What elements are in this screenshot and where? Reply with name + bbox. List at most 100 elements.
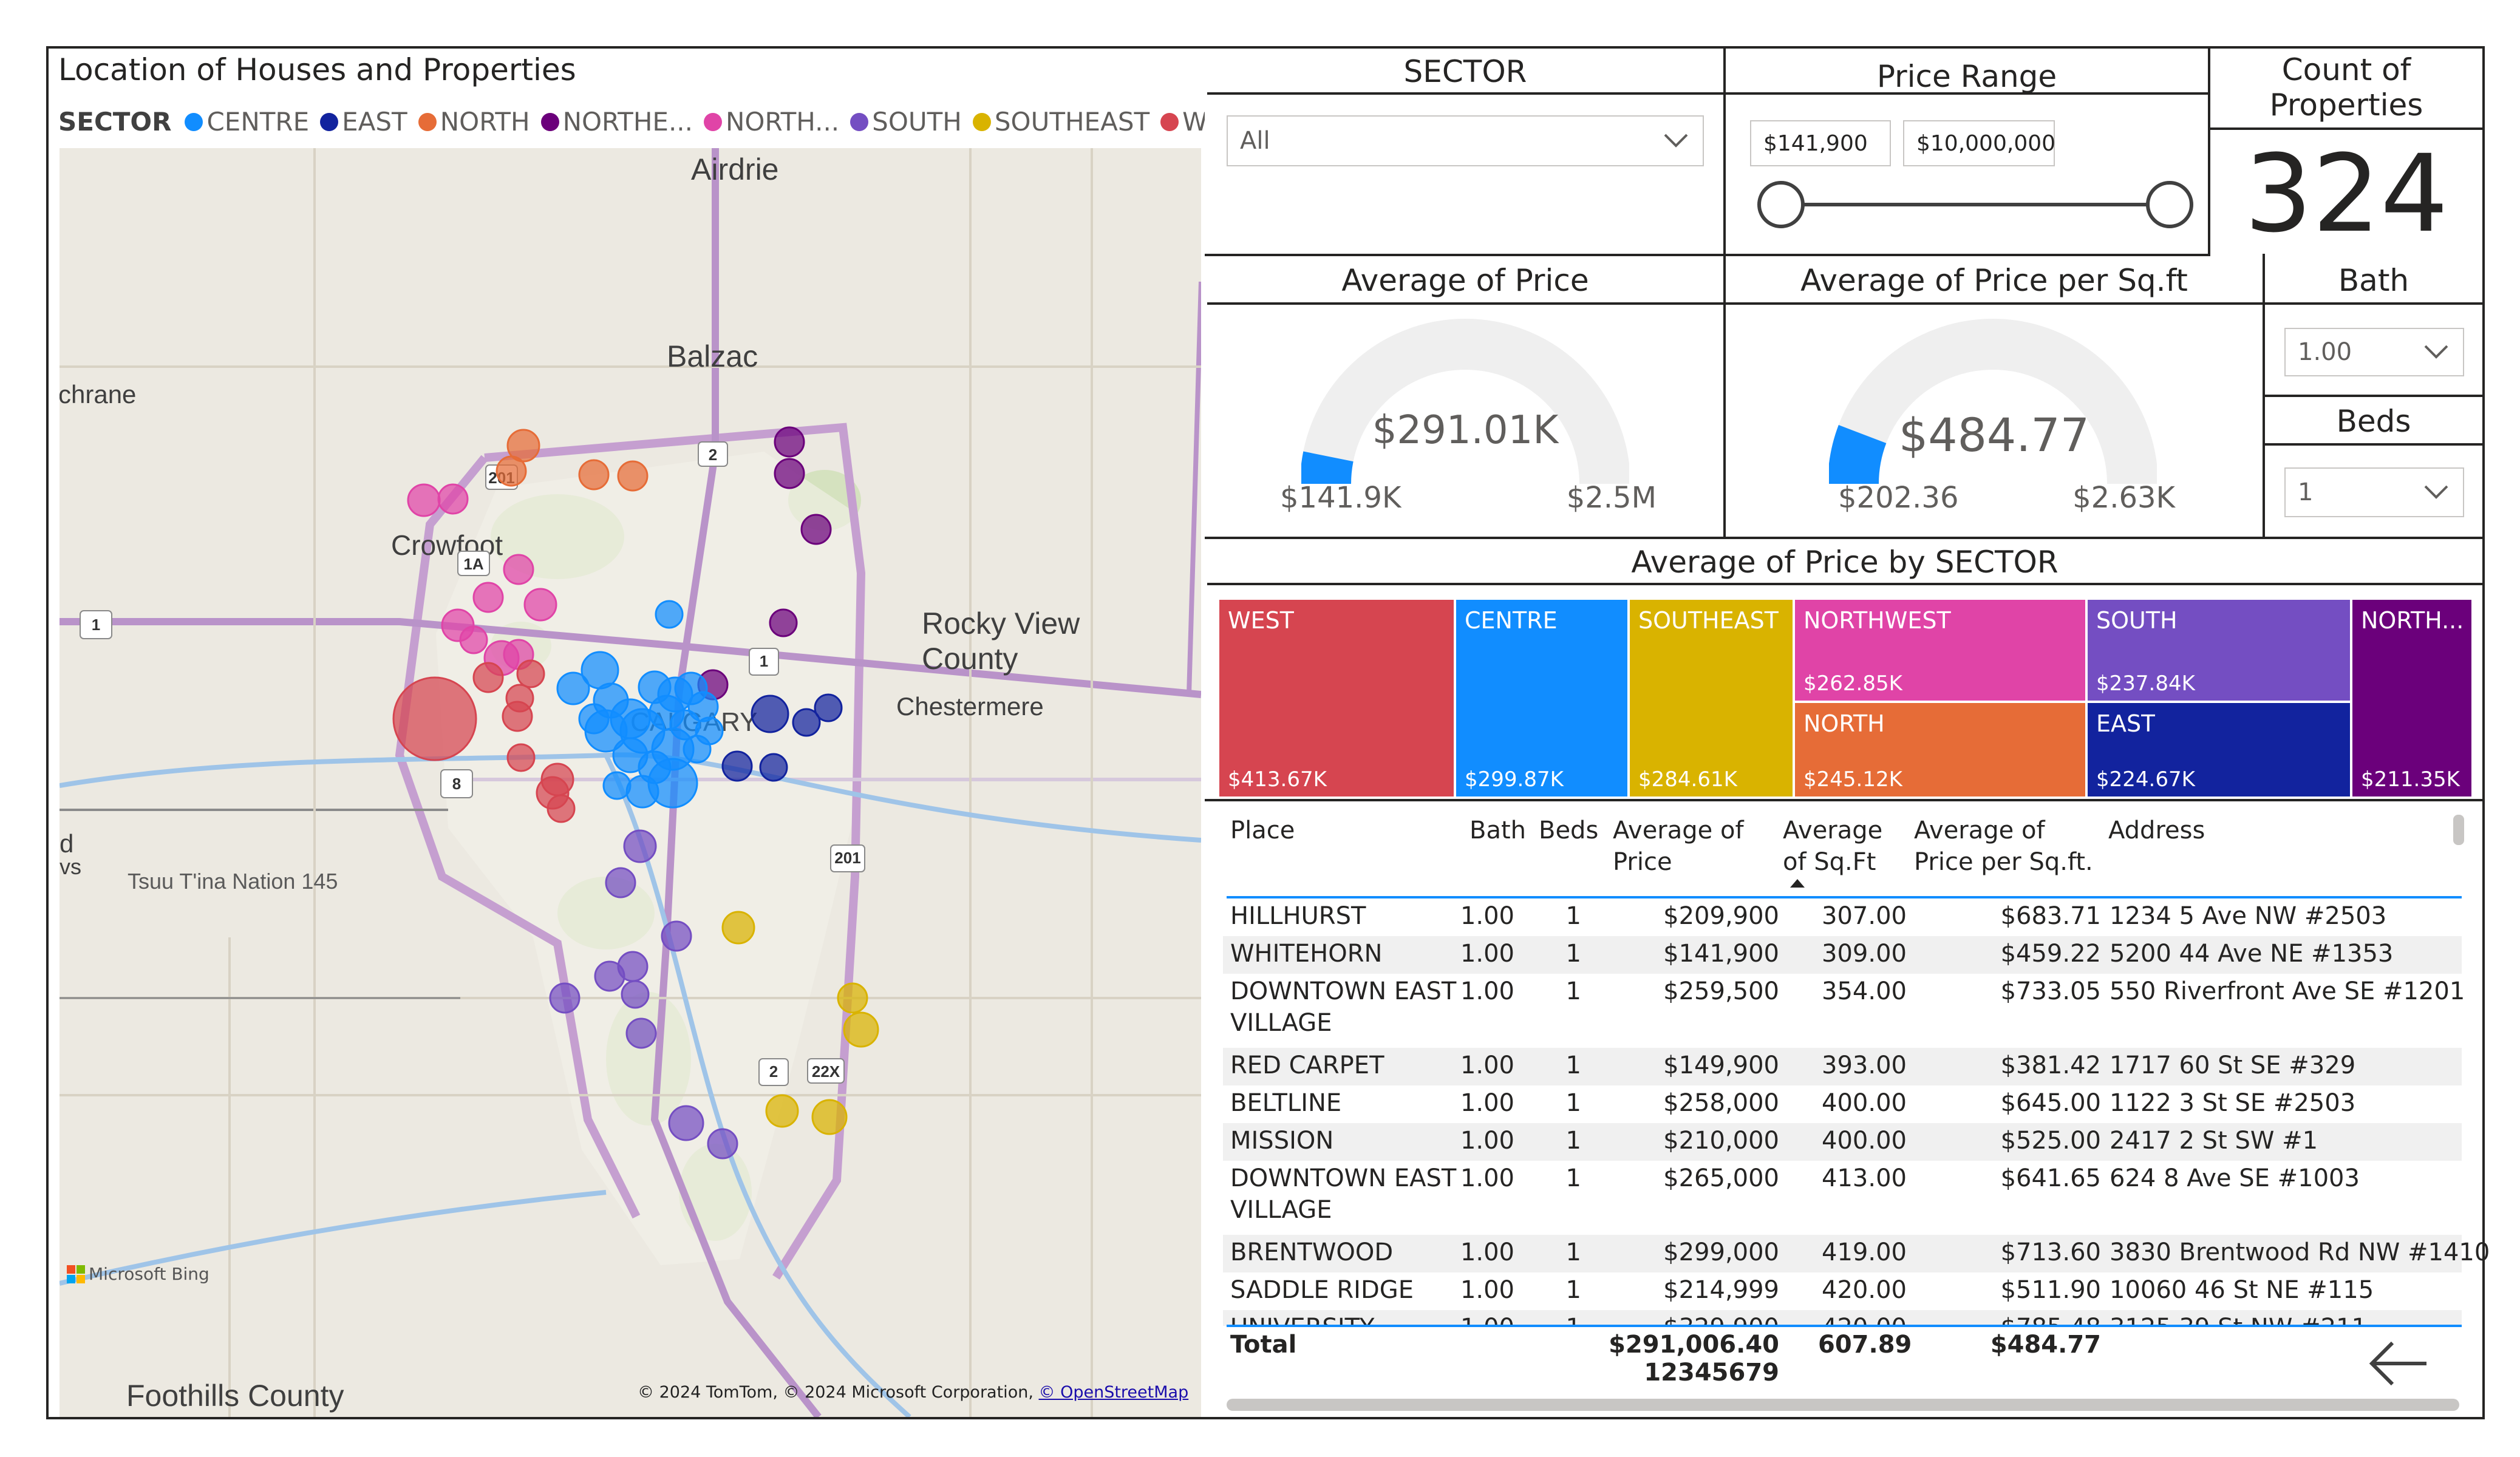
cell-avg-price: $299,000	[1663, 1238, 1779, 1266]
map-point[interactable]	[472, 582, 504, 613]
map-point[interactable]	[407, 483, 441, 517]
back-arrow-icon[interactable]	[2368, 1339, 2429, 1388]
map-point[interactable]	[774, 426, 805, 458]
map-point[interactable]	[437, 483, 469, 515]
map-point[interactable]	[687, 691, 719, 722]
col-header-price-per-sqft[interactable]: Average of Price per Sq.ft.	[1914, 815, 2093, 878]
map-point[interactable]	[625, 1017, 657, 1049]
table-row[interactable]: MISSION 1.00 1 $210,000 400.00 $525.00 2417 2 …	[1223, 1123, 2462, 1161]
map-point[interactable]	[502, 701, 533, 732]
legend-item-centre[interactable]: CENTRE	[185, 107, 309, 137]
map-point[interactable]	[759, 753, 788, 782]
col-header-place[interactable]: Place	[1230, 815, 1295, 846]
map-point[interactable]	[661, 920, 692, 952]
map-point[interactable]	[472, 662, 504, 693]
table-row[interactable]: WHITEHORN 1.00 1 $141,900 309.00 $459.22 5200 …	[1223, 936, 2462, 974]
legend-item-north[interactable]: NORTH	[418, 107, 530, 137]
price-slider-max-handle[interactable]	[2146, 181, 2193, 228]
table-row[interactable]: DOWNTOWN EAST VILLAGE 1.00 1 $259,500 354.00 $…	[1223, 974, 2465, 1048]
chevron-down-icon	[1664, 134, 1688, 148]
table-row[interactable]: BELTLINE 1.00 1 $258,000 400.00 $645.00 1122 3…	[1223, 1085, 2462, 1123]
map-point[interactable]	[605, 867, 636, 898]
beds-dropdown[interactable]: 1	[2284, 467, 2464, 517]
map-point[interactable]	[459, 625, 488, 654]
table-row[interactable]: RED CARPET 1.00 1 $149,900 393.00 $381.42 1717…	[1223, 1048, 2462, 1085]
cell-price-per-sqft: $525.00	[2000, 1127, 2101, 1155]
horizontal-scrollbar[interactable]	[1227, 1399, 2459, 1411]
osm-link[interactable]: © OpenStreetMap	[1039, 1383, 1189, 1402]
map-point[interactable]	[617, 951, 649, 982]
legend-item-east[interactable]: EAST	[320, 107, 407, 137]
map-point[interactable]	[503, 554, 534, 585]
bath-dropdown[interactable]: 1.00	[2284, 328, 2464, 376]
treemap-tile-southeast[interactable]: SOUTHEAST $284.61K	[1630, 600, 1793, 796]
table-row[interactable]: HILLHURST 1.00 1 $209,900 307.00 $683.71 1234 …	[1223, 898, 2462, 936]
treemap-tile-northeast[interactable]: NORTH... $211.35K	[2352, 600, 2471, 796]
treemap-tile-northwest[interactable]: NORTHWEST $262.85K	[1795, 600, 2085, 701]
treemap-tile-west[interactable]: WEST $413.67K	[1219, 600, 1454, 796]
sort-ascending-icon[interactable]	[1789, 878, 1806, 889]
legend-item-south[interactable]: SOUTH	[850, 107, 962, 137]
map-point[interactable]	[623, 829, 657, 863]
cell-avg-price: $209,900	[1663, 902, 1779, 930]
total-avg-price: $291,006.40 12345679	[1609, 1331, 1779, 1387]
map-point[interactable]	[578, 703, 610, 735]
map-point[interactable]	[814, 693, 843, 722]
legend-title: SECTOR	[58, 107, 172, 137]
col-header-beds[interactable]: Beds	[1539, 815, 1598, 846]
table-row[interactable]: UNIVERSITY 1.00 1 $329,900 420.00 $785.48 3125…	[1223, 1310, 2462, 1326]
map-point[interactable]	[837, 982, 868, 1014]
map-point[interactable]	[774, 458, 805, 489]
map-point[interactable]	[617, 460, 649, 492]
map-point[interactable]	[765, 1094, 799, 1128]
table-row[interactable]: BRENTWOOD 1.00 1 $299,000 419.00 $713.60 3830 …	[1223, 1235, 2490, 1272]
price-max-input[interactable]: $10,000,000	[1903, 120, 2055, 166]
legend-item-northwest[interactable]: NORTH...	[704, 107, 839, 137]
treemap-tile-south[interactable]: SOUTH $237.84K	[2088, 600, 2350, 701]
map-point[interactable]	[392, 676, 477, 761]
label-chestermere: Chestermere	[896, 692, 1044, 721]
col-header-bath[interactable]: Bath	[1469, 815, 1526, 846]
vertical-scrollbar[interactable]	[2453, 815, 2464, 845]
map-point[interactable]	[612, 737, 649, 773]
col-header-avg-price[interactable]: Average of Price	[1613, 815, 1744, 878]
map-point[interactable]	[721, 750, 753, 782]
map-point[interactable]	[751, 695, 789, 733]
map-point[interactable]	[506, 743, 536, 772]
price-slider-track[interactable]	[1782, 203, 2169, 206]
map-point[interactable]	[578, 459, 610, 491]
map-point[interactable]	[547, 794, 576, 823]
map-visual[interactable]: Location of Houses and Properties SECTOR…	[46, 46, 1256, 1419]
map-point[interactable]	[495, 455, 527, 487]
map-point[interactable]	[655, 600, 684, 629]
map-point[interactable]	[668, 1105, 704, 1141]
price-min-input[interactable]: $141,900	[1750, 120, 1891, 166]
legend-item-southeast[interactable]: SOUTHEAST	[972, 107, 1149, 137]
legend-item-northeast[interactable]: NORTHE...	[540, 107, 693, 137]
map-point[interactable]	[621, 980, 650, 1009]
map-point[interactable]	[647, 758, 698, 809]
treemap-tile-east[interactable]: EAST $224.67K	[2088, 703, 2350, 796]
map-point[interactable]	[811, 1099, 848, 1135]
treemap-tile-north[interactable]: NORTH $245.12K	[1795, 703, 2085, 796]
map-point[interactable]	[523, 588, 557, 622]
price-slider-min-handle[interactable]	[1757, 181, 1805, 228]
table-row[interactable]: DOWNTOWN EAST VILLAGE 1.00 1 $265,000 413.00 $…	[1223, 1161, 2462, 1235]
table-row[interactable]: SADDLE RIDGE 1.00 1 $214,999 420.00 $511.90 10…	[1223, 1272, 2462, 1310]
map-point[interactable]	[769, 608, 798, 637]
treemap-tile-centre[interactable]: CENTRE $299.87K	[1456, 600, 1627, 796]
map-point[interactable]	[695, 716, 724, 745]
map-point[interactable]	[707, 1128, 738, 1160]
map-point[interactable]	[602, 771, 632, 800]
map-point[interactable]	[721, 911, 755, 945]
map-point[interactable]	[843, 1011, 879, 1048]
cell-avg-price: $214,999	[1663, 1276, 1779, 1304]
map-point[interactable]	[800, 514, 832, 545]
map-canvas[interactable]: Airdrie Balzac chrane Crowfoot Rocky Vie…	[60, 148, 1201, 1417]
map-point[interactable]	[556, 671, 590, 705]
map-point[interactable]	[549, 982, 581, 1014]
col-header-address[interactable]: Address	[2108, 815, 2205, 846]
sector-dropdown[interactable]: All	[1227, 115, 1704, 166]
map-point[interactable]	[516, 659, 545, 688]
col-header-avg-sqft[interactable]: Average of Sq.Ft	[1783, 815, 1882, 878]
